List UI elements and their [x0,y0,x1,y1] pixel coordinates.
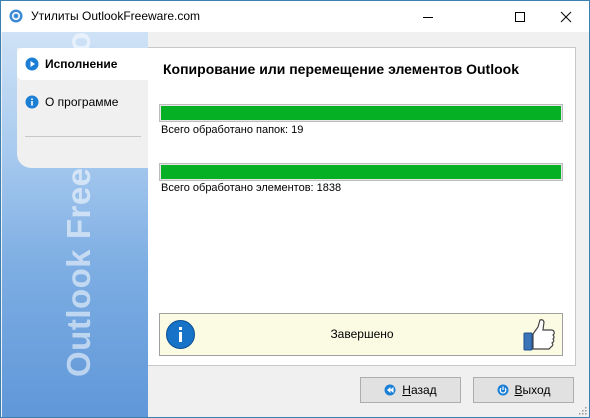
back-hotkey: Н [402,383,411,397]
exit-hotkey: В [514,383,523,397]
folders-progress-label: Всего обработано папок: 19 [161,124,304,136]
sidebar-item-about[interactable]: О программе [17,86,148,118]
sidebar-item-label: О программе [45,95,119,109]
back-button[interactable]: Назад [360,377,461,403]
sidebar-nav: Исполнение О программе [17,48,148,168]
resize-grip-icon[interactable] [577,405,587,415]
info-icon [25,95,39,109]
exit-label: ыход [522,383,551,397]
sidebar-item-label: Исполнение [45,57,118,71]
power-icon [497,384,509,396]
progress-fill [161,106,561,120]
window-title: Утилиты OutlookFreeware.com [31,9,201,23]
sidebar-item-execution[interactable]: Исполнение [17,48,148,80]
app-window: Утилиты OutlookFreeware.com Outlook Free… [0,0,590,418]
folders-progress-bar [159,104,563,122]
minimize-icon [423,16,433,18]
items-progress-label: Всего обработано элементов: 1838 [161,182,342,194]
play-arrow-icon [25,57,39,71]
status-text: Завершено [330,327,394,341]
maximize-button[interactable] [497,1,543,32]
progress-fill [161,165,561,179]
sidebar: Outlook Freeware .com Исполнение О прогр… [2,32,148,417]
title-bar[interactable]: Утилиты OutlookFreeware.com [1,1,589,32]
exit-button[interactable]: Выход [473,377,574,403]
back-icon [384,384,396,396]
thumbs-up-icon [523,319,555,351]
sidebar-divider [25,136,141,137]
status-box: Завершено [159,313,563,356]
app-logo-icon [9,9,23,23]
minimize-button[interactable] [405,1,451,32]
close-icon [560,11,572,22]
main-panel: Копирование или перемещение элементов Ou… [148,47,576,366]
page-title: Копирование или перемещение элементов Ou… [163,61,519,77]
maximize-icon [515,11,525,22]
close-button[interactable] [543,1,589,32]
items-progress-bar [159,163,563,181]
back-label: азад [410,383,437,397]
